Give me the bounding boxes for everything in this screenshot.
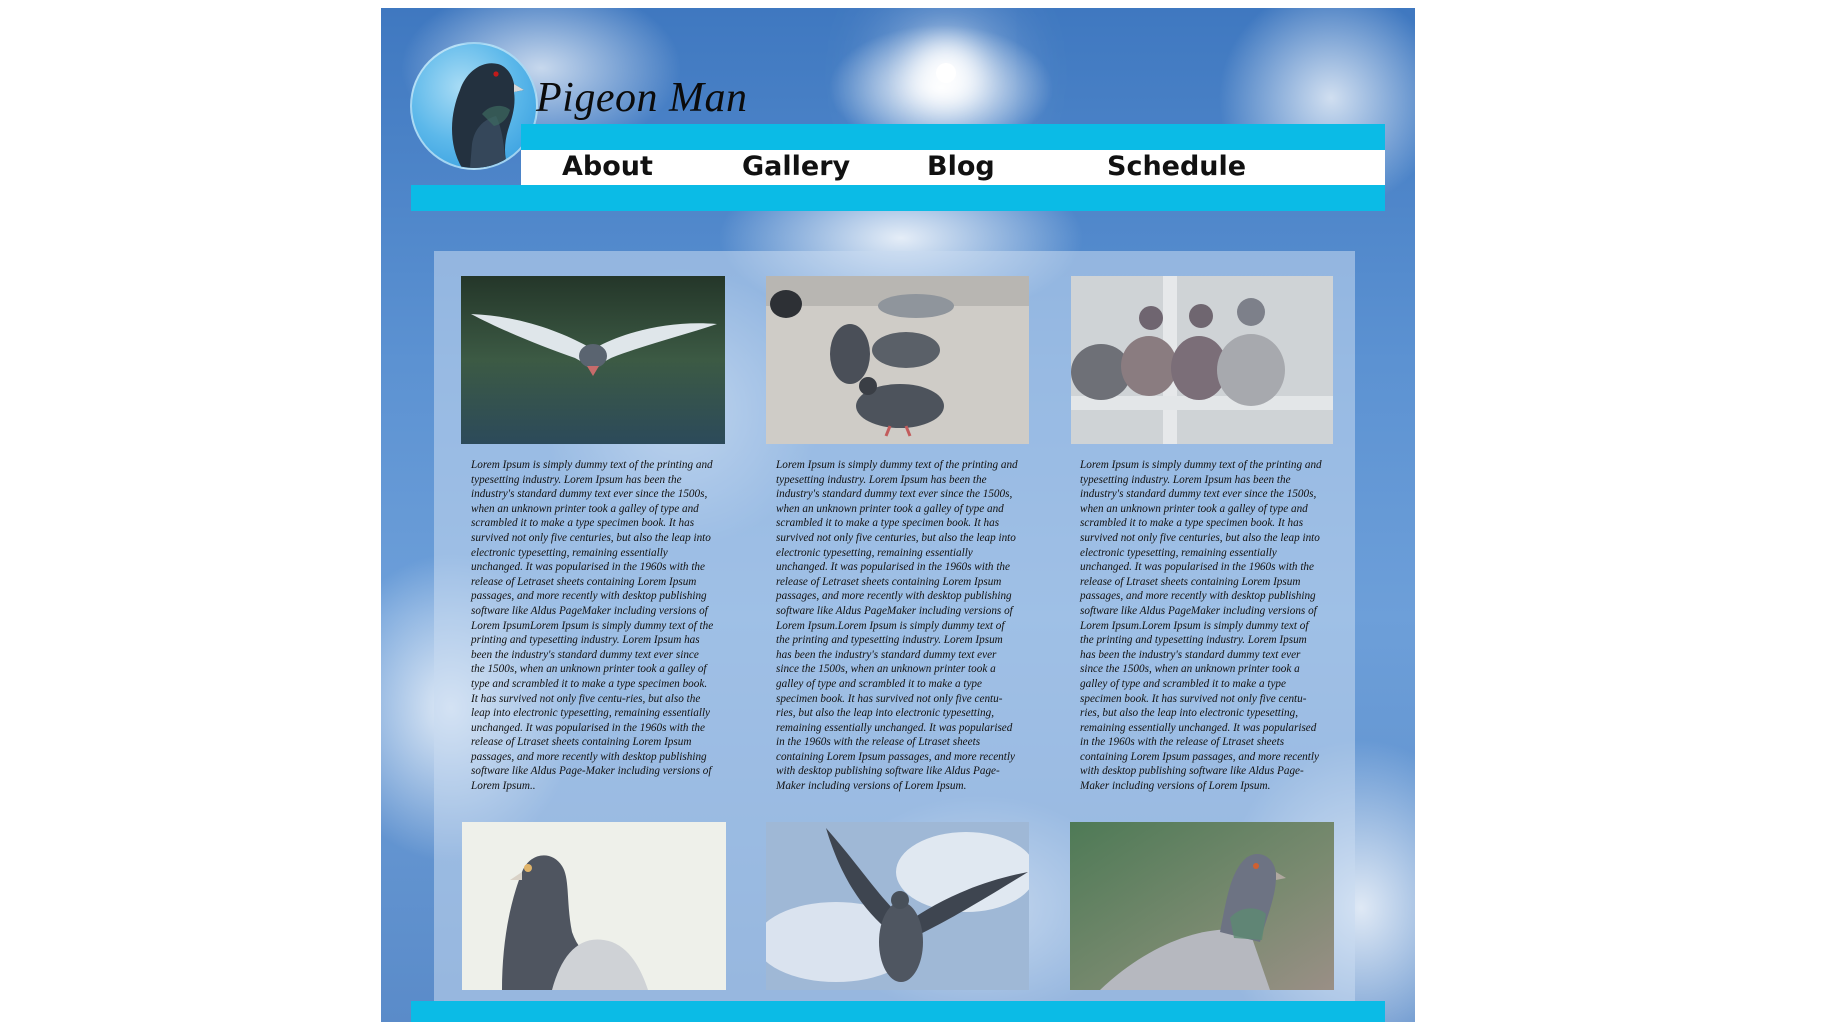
nav-item-about[interactable]: About <box>562 151 653 182</box>
nav-item-gallery[interactable]: Gallery <box>742 151 850 182</box>
card-text-3: Lorem Ipsum is simply dummy text of the … <box>1080 459 1322 793</box>
pigeon-logo-icon[interactable] <box>410 42 538 170</box>
nav-item-blog[interactable]: Blog <box>927 151 995 182</box>
photo-pigeons-on-rail[interactable] <box>1071 276 1333 444</box>
nav-item-schedule[interactable]: Schedule <box>1107 151 1246 182</box>
photo-pigeon-wings-spread[interactable] <box>766 822 1029 990</box>
header-accent-bar-top <box>521 124 1385 150</box>
photo-pigeons-on-ground[interactable] <box>766 276 1029 444</box>
footer-accent-bar <box>411 1001 1385 1022</box>
header-accent-bar-bottom <box>411 185 1385 211</box>
photo-pigeon-on-green[interactable] <box>1070 822 1334 990</box>
main-nav: About Gallery Blog Schedule <box>521 150 1385 185</box>
photo-pigeon-in-flight[interactable] <box>461 276 725 444</box>
sun-glare <box>936 63 956 83</box>
photo-pigeon-portrait[interactable] <box>462 822 726 990</box>
content-panel: Lorem Ipsum is simply dummy text of the … <box>434 251 1355 1001</box>
page-background: Pigeon Man About Gallery Blog Schedule L… <box>381 8 1415 1022</box>
site-title[interactable]: Pigeon Man <box>536 74 747 122</box>
card-text-2: Lorem Ipsum is simply dummy text of the … <box>776 459 1018 793</box>
card-text-1: Lorem Ipsum is simply dummy text of the … <box>471 459 714 793</box>
